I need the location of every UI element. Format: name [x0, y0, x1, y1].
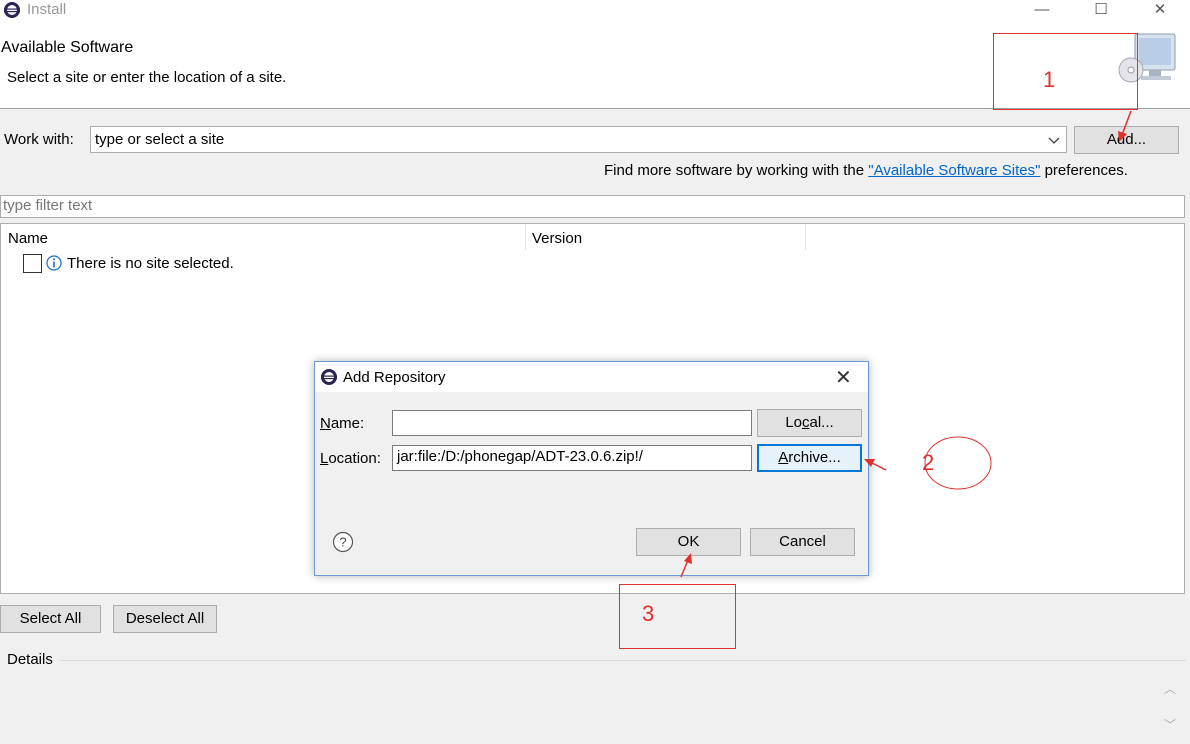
- annotation-number-1: 1: [1043, 67, 1056, 92]
- minimize-button[interactable]: —: [1022, 0, 1062, 22]
- eclipse-app-icon: [321, 369, 337, 385]
- svg-text:?: ?: [339, 535, 346, 550]
- close-window-button[interactable]: ✕: [1140, 0, 1180, 22]
- name-input[interactable]: [392, 410, 752, 436]
- column-header-name[interactable]: Name: [8, 230, 48, 247]
- archive-button-mnemonic: A: [778, 449, 789, 466]
- scroll-up-icon[interactable]: ︿: [1164, 680, 1176, 697]
- column-divider[interactable]: [805, 224, 806, 250]
- local-button-label-post: al...: [809, 414, 834, 431]
- work-with-combo[interactable]: type or select a site: [90, 126, 1067, 153]
- local-button-mnemonic: c: [802, 414, 810, 431]
- available-software-sites-link[interactable]: "Available Software Sites": [868, 162, 1040, 179]
- scroll-down-icon[interactable]: ﹀: [1164, 716, 1176, 733]
- cancel-button[interactable]: Cancel: [750, 528, 855, 556]
- help-icon[interactable]: ?: [332, 531, 354, 553]
- work-with-label: Work with:: [4, 131, 74, 148]
- info-icon: [46, 255, 62, 271]
- window-title-bar: Install — ☐ ✕: [0, 0, 1190, 22]
- column-divider[interactable]: [525, 224, 526, 250]
- dialog-title-bar: Add Repository ✕: [315, 362, 868, 392]
- find-more-prefix: Find more software by working with the: [604, 162, 865, 179]
- details-label: Details: [7, 651, 53, 668]
- work-with-value: type or select a site: [95, 131, 225, 148]
- table-row-text: There is no site selected.: [67, 255, 234, 272]
- close-dialog-button[interactable]: ✕: [835, 365, 852, 390]
- name-label: Name:: [320, 415, 364, 432]
- archive-button-label-rest: rchive...: [788, 449, 841, 466]
- row-checkbox[interactable]: [23, 254, 42, 273]
- name-label-rest: ame:: [330, 415, 365, 432]
- archive-button[interactable]: Archive...: [757, 444, 862, 472]
- find-more-suffix: preferences.: [1044, 162, 1128, 179]
- location-input[interactable]: jar:file:/D:/phonegap/ADT-23.0.6.zip!/: [392, 445, 752, 471]
- page-title: Available Software: [1, 39, 134, 56]
- local-button[interactable]: Local...: [757, 409, 862, 437]
- name-label-mnemonic: N: [320, 415, 331, 432]
- annotation-box-3: [619, 584, 736, 649]
- annotation-number-3: 3: [642, 601, 655, 626]
- add-site-button[interactable]: Add...: [1074, 126, 1179, 154]
- add-repository-dialog: Add Repository ✕ Name: Local... Location…: [314, 361, 869, 576]
- chevron-down-icon[interactable]: [1046, 131, 1062, 149]
- details-divider: [60, 660, 1186, 661]
- dialog-title: Add Repository: [343, 369, 446, 386]
- select-all-button[interactable]: Select All: [0, 605, 101, 633]
- ok-button[interactable]: OK: [636, 528, 741, 556]
- column-header-version[interactable]: Version: [532, 230, 582, 247]
- location-label-rest: ocation:: [328, 450, 381, 467]
- annotation-box-1: [993, 33, 1138, 110]
- find-more-text: Find more software by working with the "…: [604, 162, 1128, 179]
- filter-input[interactable]: type filter text: [0, 195, 1185, 218]
- location-label: Location:: [320, 450, 381, 467]
- annotation-number-2: 2: [922, 450, 935, 475]
- deselect-all-button[interactable]: Deselect All: [113, 605, 217, 633]
- maximize-button[interactable]: ☐: [1081, 0, 1121, 22]
- window-title: Install: [27, 1, 67, 18]
- local-button-label-pre: Lo: [785, 414, 802, 431]
- page-subtitle: Select a site or enter the location of a…: [7, 69, 287, 86]
- eclipse-app-icon: [4, 2, 20, 18]
